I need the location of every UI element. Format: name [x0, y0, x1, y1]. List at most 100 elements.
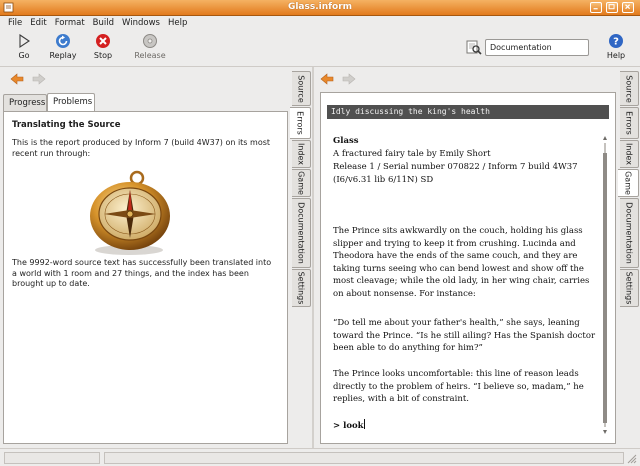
- left-side-tabs: Source Errors Index Game Documentation S…: [290, 71, 311, 371]
- forward-arrow-icon[interactable]: [342, 73, 356, 85]
- translation-line: brought up to date.: [12, 279, 90, 288]
- story-line: taking turns seeing who can bend lowest …: [333, 263, 584, 274]
- command-prompt[interactable]: > look: [333, 419, 365, 433]
- side-tab-settings[interactable]: Settings: [620, 269, 639, 307]
- release-label: Release: [134, 51, 166, 60]
- game-status-line: Idly discussing the king's health: [327, 105, 609, 119]
- side-tab-label: Source: [296, 74, 306, 103]
- stop-icon: [96, 34, 110, 48]
- menu-bar: File Edit Format Build Windows Help: [0, 16, 640, 31]
- tab-progress[interactable]: Progress: [3, 94, 47, 111]
- go-label: Go: [18, 51, 30, 60]
- go-button[interactable]: Go: [13, 33, 35, 60]
- window-title: Glass.inform: [287, 2, 353, 12]
- game-scrollbar[interactable]: [603, 135, 607, 435]
- side-tab-index[interactable]: Index: [292, 140, 311, 168]
- stop-label: Stop: [93, 51, 113, 60]
- help-button[interactable]: ? Help: [604, 33, 628, 60]
- story-line: The Prince looks uncomfortable: this lin…: [333, 369, 579, 379]
- story-lib: (I6/v6.31 lib 6/11N) SD: [333, 175, 434, 185]
- story-line: toward the Prince. “Is he still ailing? …: [333, 330, 596, 341]
- side-tab-settings[interactable]: Settings: [292, 269, 311, 307]
- menu-file[interactable]: File: [4, 16, 26, 31]
- story-subtitle: A fractured fairy tale by Emily Short: [333, 149, 491, 159]
- command-input[interactable]: look: [343, 421, 363, 431]
- status-field-message: [104, 452, 624, 464]
- tab-problems[interactable]: Problems: [47, 93, 95, 111]
- translation-line: The 9992-word source text has successful…: [12, 258, 272, 267]
- menu-windows[interactable]: Windows: [118, 16, 164, 31]
- story-line: The Prince sits awkwardly on the couch, …: [333, 226, 583, 236]
- translation-line: a world with 1 room and 27 things, and t…: [12, 268, 249, 278]
- left-panel: Progress Problems Translating the Source…: [0, 67, 292, 448]
- story-title: Glass: [333, 136, 359, 146]
- documentation-search-input[interactable]: Documentation: [485, 39, 589, 56]
- story-line: been able to do anything for him?”: [333, 343, 483, 354]
- stop-button[interactable]: Stop: [90, 33, 116, 60]
- story-paragraph-3: The Prince looks uncomfortable: this lin…: [333, 368, 584, 406]
- close-icon[interactable]: [622, 2, 634, 13]
- side-tab-errors[interactable]: Errors: [290, 107, 311, 139]
- side-tab-source[interactable]: Source: [292, 71, 311, 106]
- report-paragraph: This is the report produced by Inform 7 …: [12, 138, 270, 159]
- game-window[interactable]: Idly discussing the king's health Glass …: [320, 92, 616, 444]
- back-arrow-icon[interactable]: [10, 73, 24, 85]
- maximize-icon[interactable]: [606, 2, 618, 13]
- minimize-icon[interactable]: [590, 2, 602, 13]
- resize-grip-icon[interactable]: [626, 453, 637, 464]
- side-tab-game[interactable]: Game: [292, 169, 311, 197]
- side-tab-label: Errors: [624, 111, 634, 135]
- prompt-symbol: >: [333, 421, 344, 431]
- menu-build[interactable]: Build: [89, 16, 118, 31]
- replay-icon: [56, 34, 70, 48]
- release-icon: [143, 34, 157, 48]
- report-line: recent run through:: [12, 148, 91, 158]
- side-tab-documentation[interactable]: Documentation: [620, 198, 639, 268]
- story-paragraph-2: “Do tell me about your father's health,”…: [333, 317, 595, 355]
- side-tab-index[interactable]: Index: [620, 140, 639, 168]
- help-icon: ?: [609, 34, 623, 48]
- side-tab-label: Settings: [624, 271, 634, 305]
- compass-image: [90, 170, 170, 255]
- right-side-tabs: Source Errors Index Game Documentation S…: [618, 71, 639, 371]
- right-nav-row: [314, 67, 620, 92]
- search-icon: [466, 40, 482, 55]
- side-tab-errors[interactable]: Errors: [620, 107, 639, 139]
- story-line: replies, with a bit of constraint.: [333, 394, 469, 405]
- toolbar: Go Replay Stop Release Documentation ? H…: [0, 31, 640, 67]
- story-line: slipper and trying to keep it from crush…: [333, 238, 576, 249]
- side-tab-label: Index: [624, 142, 634, 166]
- forward-arrow-icon[interactable]: [32, 73, 46, 85]
- story-line: directly to the problem of heirs. “I bel…: [333, 381, 584, 392]
- title-bar: Glass.inform: [0, 0, 640, 16]
- problems-content: Translating the Source This is the repor…: [3, 111, 288, 444]
- side-tab-game[interactable]: Game: [618, 169, 639, 197]
- scroll-up-icon[interactable]: [603, 135, 607, 141]
- problems-heading: Translating the Source: [12, 120, 121, 130]
- release-button[interactable]: Release: [132, 33, 168, 60]
- back-arrow-icon[interactable]: [320, 73, 334, 85]
- side-tab-documentation[interactable]: Documentation: [292, 198, 311, 268]
- play-icon: [19, 33, 30, 49]
- report-line: This is the report produced by Inform 7 …: [12, 138, 271, 147]
- text-cursor: [363, 419, 365, 429]
- story-line: “Do tell me about your father's health,”…: [333, 318, 580, 328]
- scroll-thumb[interactable]: [603, 153, 607, 423]
- side-tab-label: Source: [624, 74, 634, 103]
- left-nav-row: [0, 67, 292, 92]
- menu-format[interactable]: Format: [51, 16, 89, 31]
- side-tab-label: Settings: [296, 271, 306, 305]
- replay-button[interactable]: Replay: [48, 33, 78, 60]
- status-field-progress: [4, 452, 100, 464]
- menu-help[interactable]: Help: [164, 16, 191, 31]
- replay-label: Replay: [49, 51, 77, 60]
- side-tab-label: Documentation: [296, 202, 306, 264]
- scroll-down-icon[interactable]: [603, 429, 607, 435]
- menu-edit[interactable]: Edit: [26, 16, 50, 31]
- side-tab-label: Game: [623, 171, 633, 195]
- side-tab-label: Game: [296, 171, 306, 195]
- story-release: Release 1 / Serial number 070822 / Infor…: [333, 162, 578, 172]
- side-tab-label: Documentation: [624, 202, 634, 264]
- status-bar: [0, 448, 640, 466]
- side-tab-source[interactable]: Source: [620, 71, 639, 106]
